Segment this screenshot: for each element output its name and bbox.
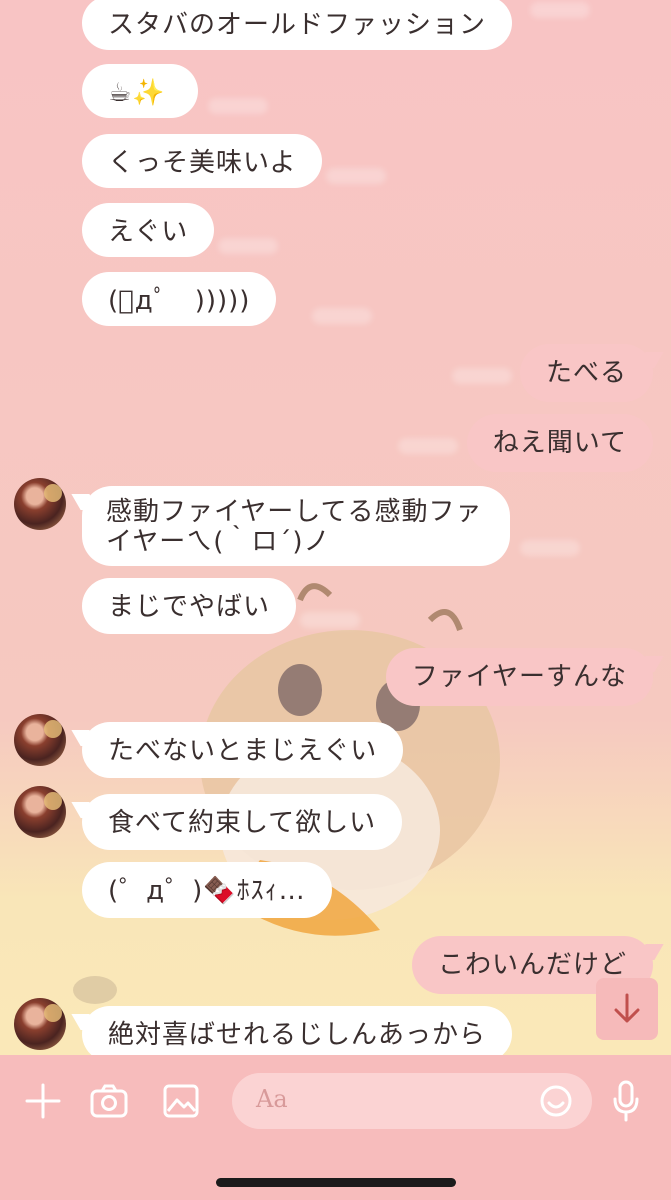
- message-input-placeholder: Aa: [256, 1085, 288, 1113]
- message-text: たべないとまじえぐい: [108, 736, 378, 766]
- message-text: スタバのオールドファッション: [108, 10, 487, 40]
- voice-button[interactable]: [604, 1076, 648, 1126]
- message-text: ☕✨: [108, 78, 166, 108]
- message-text: (゜д゜)🍫ﾎｽｨ…: [108, 876, 306, 906]
- avatar[interactable]: [14, 714, 66, 766]
- message-bubble[interactable]: 感動ファイヤーしてる感動ファ イヤーㄟ(｀ロ´)ノ: [82, 486, 510, 566]
- timestamp: [520, 540, 580, 556]
- message-bubble[interactable]: まじでやばい: [82, 578, 297, 634]
- message-bubble[interactable]: くっそ美味いよ: [82, 134, 323, 188]
- message-bubble[interactable]: ☕✨: [82, 64, 198, 118]
- message-text: たべる: [545, 358, 627, 388]
- message-bubble[interactable]: (゜д゜)🍫ﾎｽｨ…: [82, 862, 332, 918]
- home-indicator: [216, 1178, 456, 1187]
- message-text: 食べて約束して欲しい: [108, 808, 377, 838]
- message-text: ファイヤーすんな: [411, 662, 627, 692]
- message-bubble[interactable]: ファイヤーすんな: [385, 648, 653, 706]
- timestamp: [530, 2, 590, 18]
- emoji-button[interactable]: [538, 1083, 574, 1119]
- message-text-line2: イヤーㄟ(｀ロ´)ノ: [106, 527, 331, 557]
- timestamp: [300, 612, 360, 628]
- plus-icon: [25, 1083, 61, 1119]
- message-text: こわいんだけど: [437, 950, 627, 980]
- avatar[interactable]: [14, 478, 66, 530]
- plus-button[interactable]: [20, 1078, 66, 1124]
- timestamp: [218, 238, 278, 254]
- message-bubble[interactable]: 食べて約束して欲しい: [82, 794, 403, 850]
- message-text: まじでやばい: [108, 592, 271, 622]
- message-bubble[interactable]: えぐい: [82, 203, 215, 257]
- microphone-icon: [613, 1080, 639, 1122]
- message-text: 絶対喜ばせれるじしんあっから: [108, 1020, 487, 1050]
- message-bubble[interactable]: たべる: [519, 344, 653, 402]
- message-text: くっそ美味いよ: [108, 148, 297, 178]
- gallery-button[interactable]: [158, 1078, 204, 1124]
- message-list[interactable]: スタバのオールドファッション ☕✨ くっそ美味いよ えぐい (ﾟдﾟ )))))…: [0, 0, 671, 1055]
- message-text: えぐい: [108, 217, 189, 247]
- arrow-down-icon: [614, 993, 640, 1023]
- image-icon: [163, 1084, 199, 1118]
- message-bubble[interactable]: 絶対喜ばせれるじしんあっから: [82, 1006, 513, 1055]
- emoji-icon: [540, 1085, 572, 1117]
- message-text: ねえ聞いて: [492, 428, 627, 458]
- timestamp: [398, 438, 458, 454]
- timestamp: [452, 368, 512, 384]
- avatar[interactable]: [14, 998, 66, 1050]
- camera-button[interactable]: [86, 1078, 132, 1124]
- timestamp: [208, 98, 268, 114]
- message-input[interactable]: Aa: [232, 1073, 592, 1129]
- message-bubble[interactable]: ねえ聞いて: [466, 414, 653, 472]
- message-bubble[interactable]: たべないとまじえぐい: [82, 722, 404, 778]
- avatar[interactable]: [14, 786, 66, 838]
- scroll-to-bottom-button[interactable]: [596, 978, 658, 1040]
- message-bubble[interactable]: (ﾟдﾟ ))))): [82, 272, 277, 326]
- message-text: (ﾟдﾟ ))))): [108, 286, 251, 316]
- camera-icon: [90, 1084, 128, 1118]
- timestamp: [326, 168, 386, 184]
- timestamp: [312, 308, 372, 324]
- message-text: 感動ファイヤーしてる感動ファ: [106, 497, 483, 527]
- message-bubble[interactable]: スタバのオールドファッション: [82, 0, 513, 50]
